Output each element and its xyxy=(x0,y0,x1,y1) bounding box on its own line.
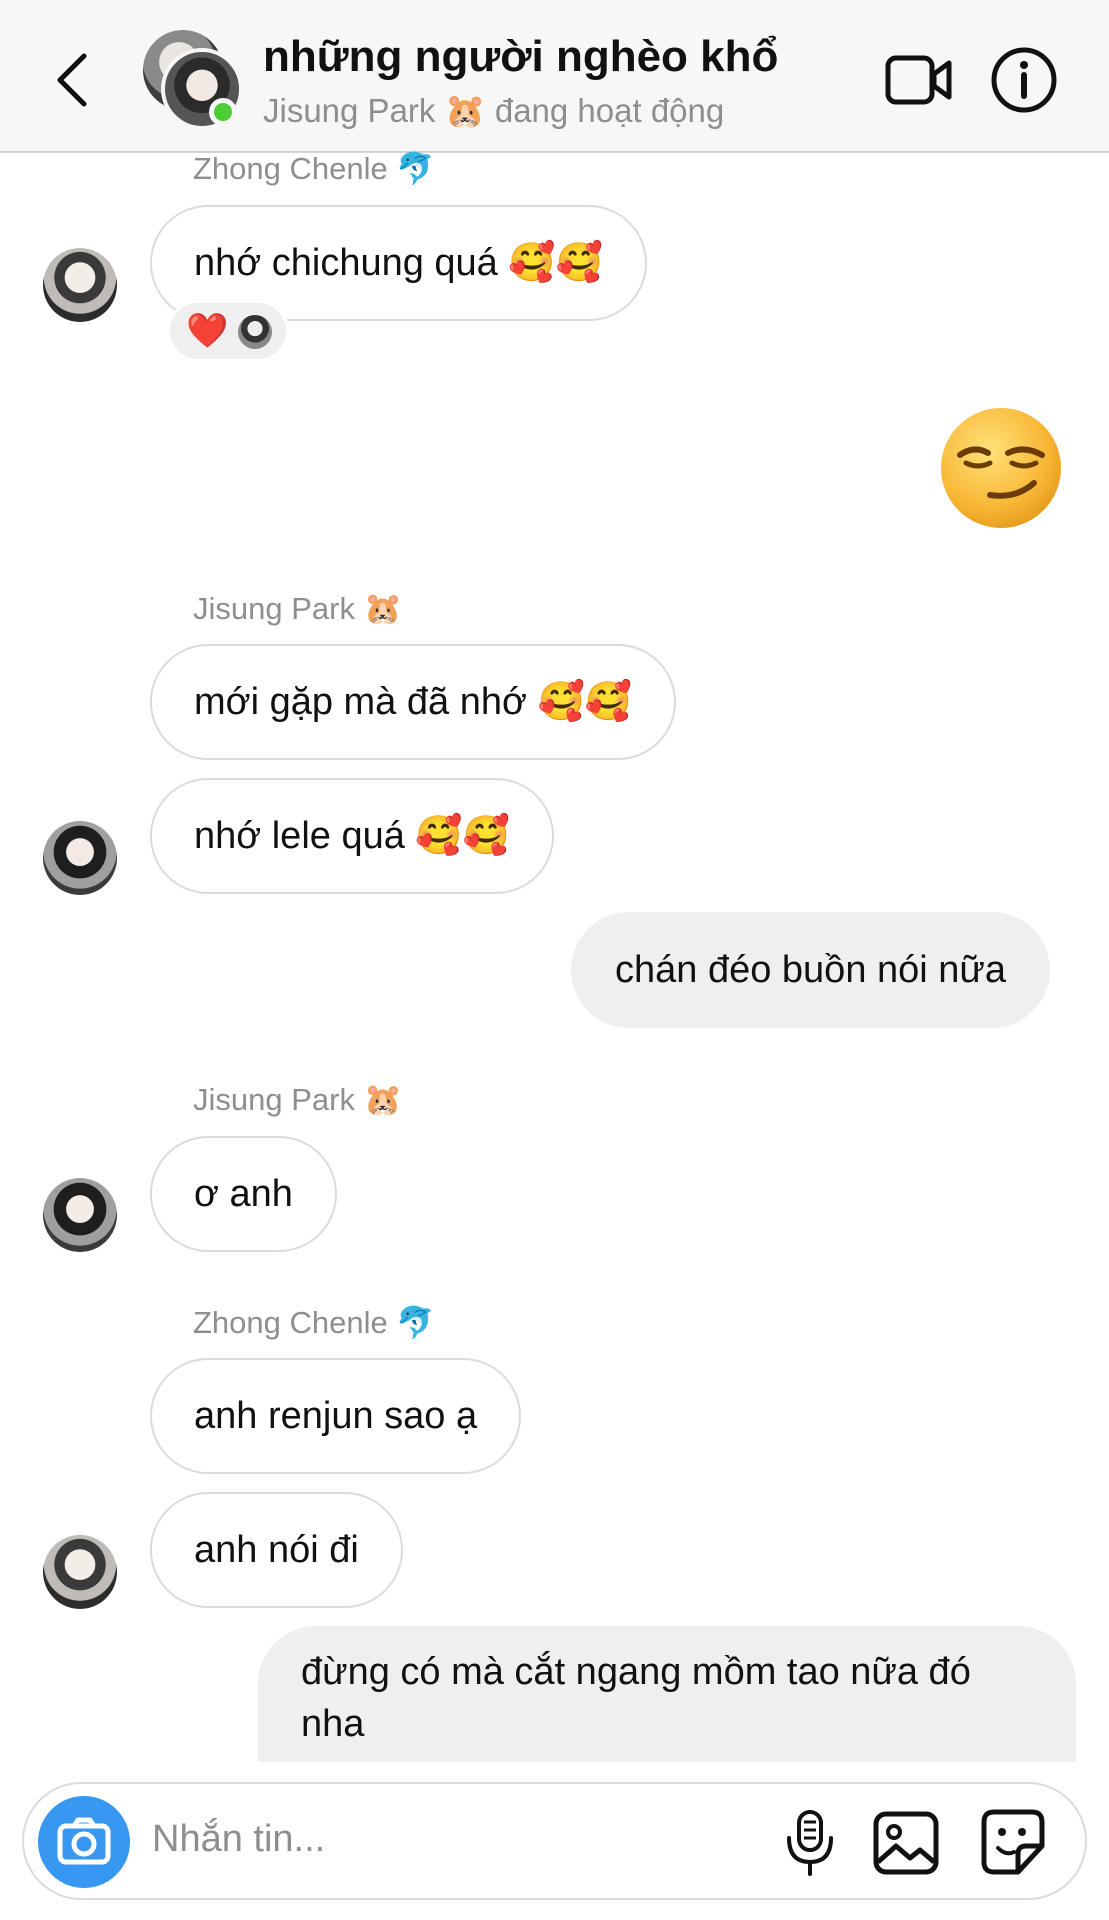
message-bubble[interactable]: anh renjun sao ạ xyxy=(150,1358,522,1474)
message-bubble[interactable]: ơ anh xyxy=(150,1136,337,1252)
active-status-text: Jisung Park 🐹 đang hoạt động xyxy=(263,92,725,129)
sender-name: Jisung Park 🐹 xyxy=(193,1082,403,1117)
message-bubble[interactable]: mới gặp mà đã nhớ 🥰🥰 xyxy=(150,644,677,760)
avatar[interactable] xyxy=(43,821,117,895)
sender-name: Zhong Chenle 🐬 xyxy=(193,1305,435,1340)
message-input[interactable]: Nhắn tin... xyxy=(152,1818,325,1861)
smirk-emoji-icon[interactable] xyxy=(938,405,1064,531)
avatar[interactable] xyxy=(43,248,117,322)
chevron-left-icon[interactable] xyxy=(52,50,92,110)
message-bubble[interactable]: anh nói đi xyxy=(150,1492,403,1608)
reactions-badge[interactable]: ❤️ xyxy=(167,300,289,362)
avatar xyxy=(238,315,272,349)
heart-reaction-icon: ❤️ xyxy=(186,312,229,350)
image-icon[interactable] xyxy=(872,1810,940,1876)
message-bubble-outgoing[interactable]: đừng có mà cắt ngang mồm tao nữa đó nha xyxy=(258,1626,1076,1762)
sender-name: Jisung Park 🐹 xyxy=(193,591,403,626)
sticker-icon[interactable] xyxy=(980,1808,1046,1876)
avatar[interactable] xyxy=(43,1535,117,1609)
message-bubble[interactable]: nhớ lele quá 🥰🥰 xyxy=(150,778,555,894)
sender-name: Zhong Chenle 🐬 xyxy=(193,151,435,186)
online-status-dot xyxy=(209,98,237,126)
group-avatar[interactable] xyxy=(143,30,243,130)
microphone-icon[interactable] xyxy=(780,1808,840,1878)
camera-icon xyxy=(57,1817,111,1865)
camera-button[interactable] xyxy=(38,1796,130,1888)
avatar[interactable] xyxy=(43,1178,117,1252)
message-composer: Nhắn tin... xyxy=(22,1782,1087,1900)
video-camera-icon[interactable] xyxy=(885,52,953,108)
conversation-title[interactable]: những người nghèo khổ xyxy=(263,32,778,82)
message-bubble-outgoing[interactable]: chán đéo buồn nói nữa xyxy=(571,912,1050,1028)
chat-header: những người nghèo khổ Jisung Park 🐹 đang… xyxy=(0,0,1109,153)
info-icon[interactable] xyxy=(990,46,1058,114)
